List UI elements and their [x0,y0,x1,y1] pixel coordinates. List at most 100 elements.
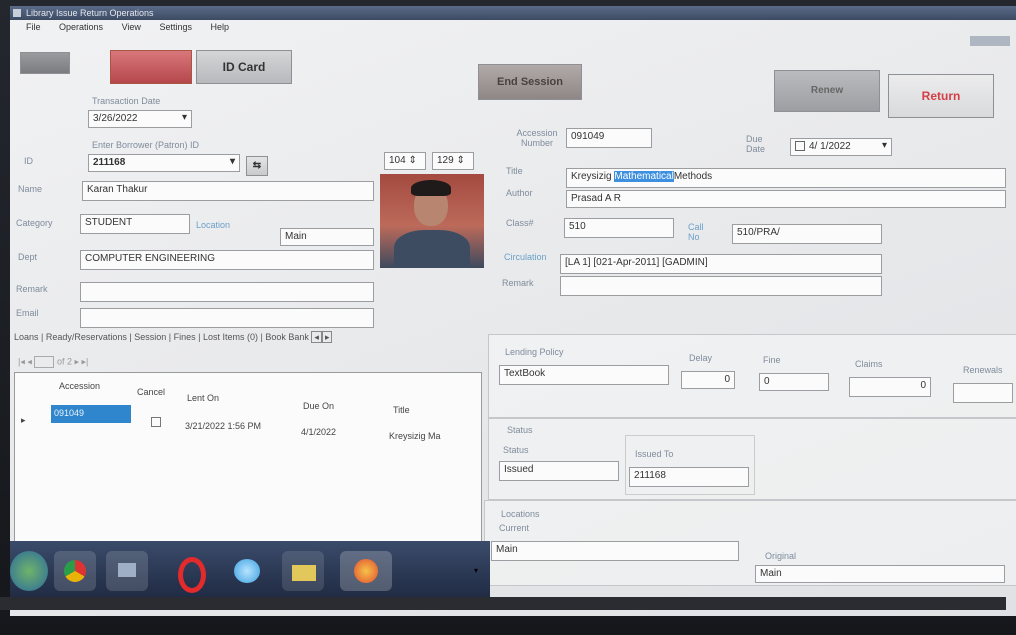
author-field: Prasad A R [566,190,1006,208]
name-label: Name [18,184,43,194]
col-lent-on[interactable]: Lent On [187,393,219,403]
spin-arrows-icon: ⇕ [408,155,417,166]
dept-field: COMPUTER ENGINEERING [80,250,374,270]
dropdown-arrow-icon: ▾ [229,156,235,167]
issued-to-field: 211168 [629,467,749,487]
menu-view[interactable]: View [122,22,141,32]
fine-field: 0 [759,373,829,391]
tab-book-bank[interactable]: Book Bank [265,332,309,342]
tab-scroll-left-icon[interactable]: ◂ [311,331,322,343]
page-number-input[interactable] [34,356,55,368]
accession-input[interactable]: 091049 [566,128,652,148]
transaction-date-picker[interactable]: 3/26/2022 ▾ [88,110,192,128]
page-resize-handle[interactable]: ▾ [474,566,482,576]
tab-scroll-right-icon[interactable]: ▸ [321,331,333,343]
row-selector-icon: ▸ [21,415,26,425]
ie-logo [234,559,260,583]
due-date-picker[interactable]: 4/ 1/2022 ▾ [790,138,892,156]
renew-button[interactable]: Renew [774,70,880,112]
prev-page-icon[interactable]: ◂ [27,356,32,366]
book-remark-field[interactable] [560,276,882,296]
start-orb-icon[interactable] [10,551,48,591]
next-page-icon[interactable]: ▸ [74,356,79,366]
dept-label: Dept [18,252,38,262]
menu-bar: File Operations View Settings Help [10,22,229,36]
due-checkbox-icon[interactable] [795,141,805,152]
menu-help[interactable]: Help [211,22,230,32]
original-location-field: Main [755,565,1005,583]
remark-label: Remark [16,284,48,294]
internet-explorer-icon[interactable] [226,551,268,591]
category-label: Category [16,218,53,228]
library-app-icon[interactable] [340,551,392,591]
tab-session[interactable]: Session [134,332,166,342]
status-label: Status [503,445,529,455]
last-page-icon[interactable]: ▸| [82,356,89,366]
chrome-logo [64,560,86,582]
change-photo-button[interactable] [20,52,70,74]
folder-logo [292,565,316,581]
due-date-value: 4/ 1/2022 [809,141,851,152]
title-highlight: Mathematical [614,171,674,182]
class-no-field: 510 [564,218,674,238]
borrower-id-input[interactable]: 211168 ▾ [88,154,240,172]
return-button[interactable]: Return [888,74,994,118]
menu-settings[interactable]: Settings [159,22,192,32]
status-group-label: Status [507,425,533,435]
app-icon [13,9,21,17]
circulation-field: [LA 1] [021-Apr-2011] [GADMIN] [560,254,882,274]
clear-button[interactable] [110,50,192,84]
accession-label: Accession Number [516,128,558,148]
photo-shirt [394,230,470,268]
class-no-label: Class# [506,218,534,228]
tab-lost-items[interactable]: Lost Items (0) [203,332,258,342]
patron-photo [380,174,484,268]
call-no-field: 510/PRA/ [732,224,882,244]
search-patron-icon[interactable]: ⇆ [246,156,268,176]
opera-icon[interactable] [170,551,212,593]
menu-operations[interactable]: Operations [59,22,103,32]
cell-accession: 091049 [51,405,131,423]
status-field: Issued [499,461,619,481]
photo-height-spinner[interactable]: 129 ⇕ [432,152,474,170]
dropdown-arrow-icon: ▾ [181,112,187,123]
end-session-button[interactable]: End Session [478,64,582,100]
photo-width-spinner[interactable]: 104 ⇕ [384,152,426,170]
media-logo [118,563,136,577]
col-due-on[interactable]: Due On [303,401,334,411]
claims-label: Claims [855,359,883,369]
id-card-button[interactable]: ID Card [196,50,292,84]
first-page-icon[interactable]: |◂ [18,356,25,366]
current-location-field: Main [491,541,739,561]
cell-cancel-checkbox[interactable] [151,417,161,427]
tab-fines[interactable]: Fines [174,332,196,342]
tab-ready-reservations[interactable]: Ready/Reservations [46,332,127,342]
page-count: of 2 [56,356,72,367]
menu-file[interactable]: File [26,22,41,32]
circulation-label: Circulation [504,252,547,262]
window-title: Library Issue Return Operations [26,8,154,18]
renewals-label: Renewals [963,365,1003,375]
lending-policy-field: TextBook [499,365,669,385]
spin-arrows-icon: ⇕ [456,155,465,166]
bottom-tabs: Loans | Ready/Reservations | Session | F… [14,331,333,343]
table-row[interactable]: ▸ 091049 3/21/2022 1:56 PM 4/1/2022 Krey… [15,405,481,441]
title-field: Kreysizig MathematicalMethods [566,168,1006,188]
email-field[interactable] [80,308,374,328]
window-close-icon[interactable] [970,36,1010,46]
delay-field: 0 [681,371,735,389]
lending-policy-panel: Lending Policy TextBook Delay 0 Fine 0 C… [488,334,1016,418]
cell-title: Kreysizig Ma [389,431,441,441]
col-accession[interactable]: Accession [59,381,100,391]
file-explorer-icon[interactable] [282,551,324,591]
media-player-icon[interactable] [106,551,148,591]
col-cancel[interactable]: Cancel [137,387,165,397]
photo-hair [411,180,451,196]
location-field: Main [280,228,374,246]
chrome-icon[interactable] [54,551,96,591]
locations-panel: Locations Current Main Original Main [484,500,1016,586]
current-location-label: Current [499,523,530,533]
patron-remark-field[interactable] [80,282,374,302]
borrower-id-label: Enter Borrower (Patron) ID [92,140,200,150]
tab-loans[interactable]: Loans [14,332,39,342]
